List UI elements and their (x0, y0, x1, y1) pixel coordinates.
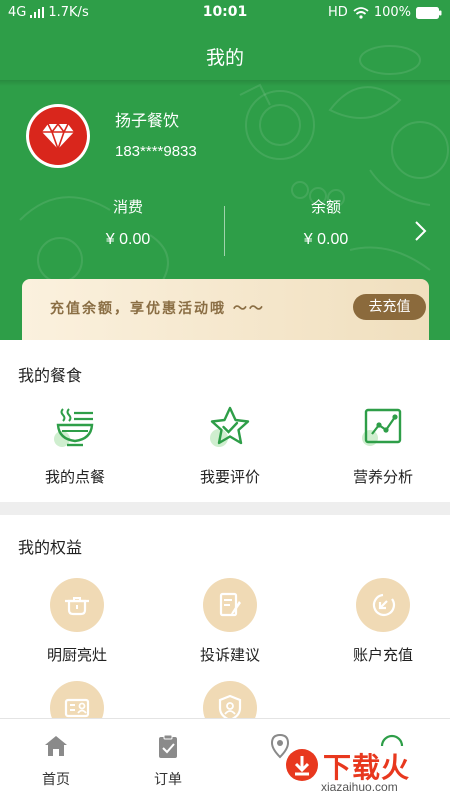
document-pen-icon (219, 592, 241, 617)
complaint-icon-bg (203, 578, 257, 632)
balance-value: ¥ 0.00 (303, 231, 349, 248)
chart-icon (362, 408, 402, 446)
watermark-logo: 下载火 xiazaihuo.com (283, 740, 450, 800)
tab-orders[interactable]: 订单 (112, 733, 224, 789)
battery-icon (416, 6, 442, 19)
review-label: 我要评价 (199, 468, 260, 486)
user-phone: 183****9833 (115, 143, 197, 160)
star-icon (210, 406, 250, 447)
consume-stat[interactable]: 消费 ¥ 0.00 (28, 196, 228, 249)
review-item[interactable]: 我要评价 (155, 405, 305, 487)
hd-badge: HD (328, 5, 348, 20)
my-food-title: 我的餐食 (18, 366, 83, 385)
recharge-promo-banner[interactable]: 充值余额，享优惠活动哦 ～～ 去充值 (22, 279, 429, 340)
status-bar: 4G 1.7K/s 10:01 HD 100% (0, 0, 450, 26)
profile-header-background: 4G 1.7K/s 10:01 HD 100% 我的 扬子餐饮 183****9… (0, 0, 450, 340)
chevron-right-icon[interactable] (410, 218, 430, 244)
complaint-item[interactable]: 投诉建议 (155, 578, 305, 665)
status-right: HD 100% (328, 5, 442, 20)
section-divider (0, 502, 450, 515)
download-logo-icon (286, 749, 318, 781)
nutrition-analysis-item[interactable]: 营养分析 (308, 405, 450, 487)
nutrition-analysis-label: 营养分析 (352, 468, 413, 486)
complaint-label: 投诉建议 (199, 646, 260, 664)
page-title: 我的 (205, 47, 244, 69)
open-kitchen-icon-bg (50, 578, 104, 632)
balance-stat[interactable]: 余额 ¥ 0.00 (226, 196, 426, 249)
my-orders-label: 我的点餐 (44, 468, 105, 486)
account-recharge-item[interactable]: 账户充值 (308, 578, 450, 665)
account-recharge-label: 账户充值 (352, 646, 413, 664)
avatar[interactable] (26, 104, 90, 168)
user-name: 扬子餐饮 (115, 111, 180, 130)
open-kitchen-label: 明厨亮灶 (46, 646, 107, 664)
consume-label: 消费 (112, 198, 143, 216)
diamond-icon (42, 122, 74, 150)
consume-value: ¥ 0.00 (105, 231, 151, 248)
title-divider (0, 80, 450, 86)
watermark-url: xiazaihuo.com (321, 780, 398, 794)
stove-icon (65, 597, 89, 616)
stats-divider (224, 206, 225, 256)
tab-home-label: 首页 (42, 772, 70, 788)
bowl-icon (54, 408, 94, 447)
promo-text: 充值余额，享优惠活动哦 ～～ (50, 301, 265, 317)
avatar-badge (29, 107, 87, 165)
wifi-icon (353, 6, 369, 19)
my-perks-title: 我的权益 (18, 538, 83, 557)
home-icon (45, 736, 67, 756)
recharge-icon (372, 593, 396, 616)
open-kitchen-item[interactable]: 明厨亮灶 (2, 578, 152, 665)
my-orders-item[interactable]: 我的点餐 (0, 405, 150, 487)
battery-percent: 100% (373, 5, 411, 20)
account-recharge-icon-bg (356, 578, 410, 632)
tab-orders-label: 订单 (154, 772, 182, 788)
balance-label: 余额 (310, 198, 341, 216)
page-title-bar: 我的 (0, 36, 450, 80)
recharge-button[interactable]: 去充值 (353, 294, 426, 320)
tab-home[interactable]: 首页 (0, 733, 112, 789)
clipboard-icon (159, 734, 177, 758)
